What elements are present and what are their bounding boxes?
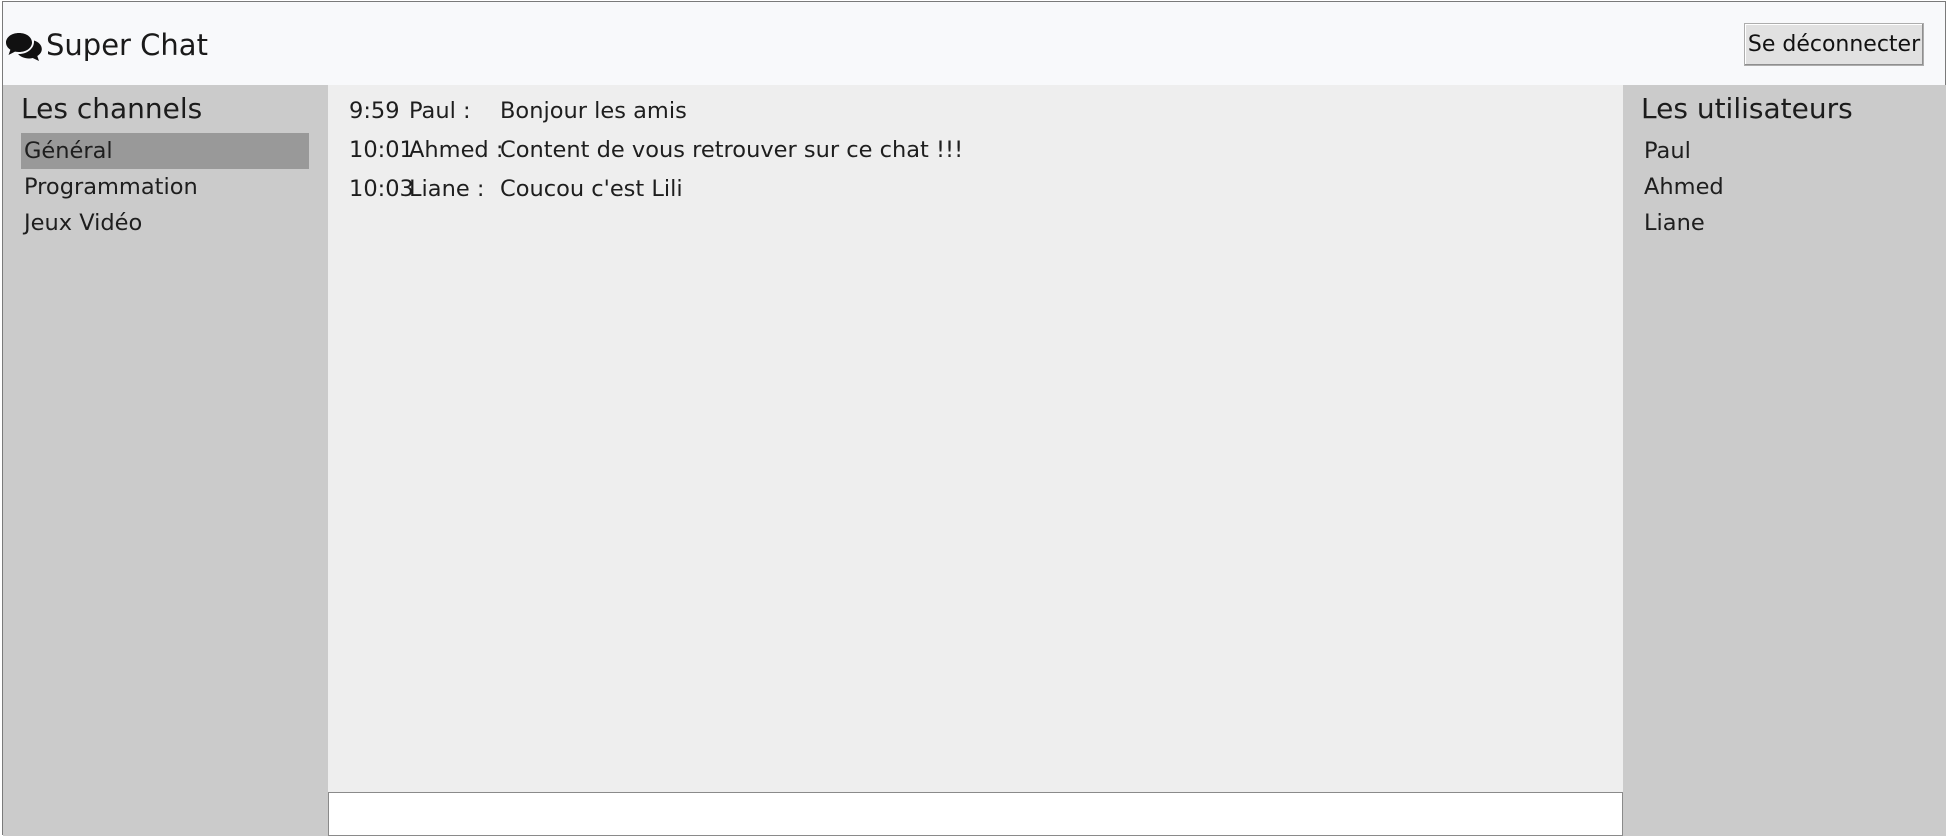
- message-list: 9:59 Paul : Bonjour les amis 10:01 Ahmed…: [349, 92, 963, 209]
- channel-item-programmation[interactable]: Programmation: [21, 169, 309, 205]
- logout-button[interactable]: Se déconnecter: [1744, 23, 1924, 66]
- app-header: Super Chat Se déconnecter: [3, 2, 1945, 85]
- channel-item-general[interactable]: Général: [21, 133, 309, 169]
- comments-icon: [5, 30, 43, 62]
- user-item: Liane: [1644, 210, 1705, 236]
- users-title: Les utilisateurs: [1641, 92, 1853, 125]
- message-time: 9:59: [349, 98, 400, 124]
- message-row: 9:59 Paul : Bonjour les amis: [349, 92, 963, 131]
- message-input[interactable]: [328, 792, 1623, 836]
- app-window: Super Chat Se déconnecter Les channels G…: [2, 1, 1946, 836]
- channel-item-jeux-video[interactable]: Jeux Vidéo: [21, 205, 309, 241]
- message-text: Bonjour les amis: [500, 98, 687, 124]
- channels-sidebar: Les channels Général Programmation Jeux …: [3, 85, 328, 836]
- message-author: Paul :: [409, 98, 471, 124]
- user-item: Paul: [1644, 138, 1691, 164]
- channel-list: Général Programmation Jeux Vidéo: [21, 133, 309, 241]
- message-row: 10:01 Ahmed : Content de vous retrouver …: [349, 131, 963, 170]
- message-time: 10:01: [349, 137, 414, 163]
- message-author: Ahmed :: [409, 137, 504, 163]
- message-time: 10:03: [349, 176, 414, 202]
- user-list: Paul Ahmed Liane: [1641, 133, 1724, 241]
- message-text: Coucou c'est Lili: [500, 176, 683, 202]
- message-author: Liane :: [409, 176, 485, 202]
- app-title: Super Chat: [46, 28, 208, 62]
- message-area: 9:59 Paul : Bonjour les amis 10:01 Ahmed…: [328, 85, 1623, 792]
- user-item: Ahmed: [1644, 174, 1724, 200]
- message-row: 10:03 Liane : Coucou c'est Lili: [349, 170, 963, 209]
- message-text: Content de vous retrouver sur ce chat !!…: [500, 137, 964, 163]
- users-sidebar: Les utilisateurs Paul Ahmed Liane: [1623, 85, 1946, 836]
- channels-title: Les channels: [21, 92, 203, 125]
